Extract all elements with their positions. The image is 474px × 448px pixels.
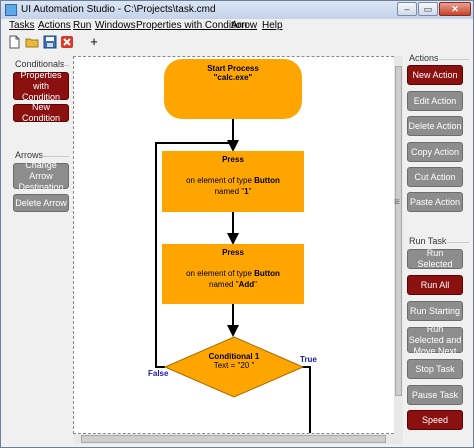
delete-icon[interactable] [60, 35, 74, 49]
run-all-button[interactable]: Run All [407, 275, 463, 295]
conditionals-divider [59, 65, 69, 66]
title-bar: UI Automation Studio - C:\Projects\task.… [1, 1, 473, 19]
minimize-button[interactable]: – [397, 2, 417, 16]
actions-divider [439, 59, 469, 60]
properties-with-condition-button[interactable]: Properties with Condition [13, 70, 69, 102]
copy-action-button[interactable]: Copy Action [407, 142, 463, 162]
menu-help-label: Help [262, 20, 283, 31]
pause-task-button[interactable]: Pause Task [407, 385, 463, 405]
run-starting-button[interactable]: Run Starting [407, 301, 463, 321]
canvas-horizontal-scrollbar[interactable] [73, 434, 403, 444]
menu-tasks-label: Tasks [9, 20, 35, 31]
false-label: False [148, 369, 169, 378]
right-panel: Actions New Action Edit Action Delete Ac… [403, 51, 473, 446]
main-window: UI Automation Studio - C:\Projects\task.… [0, 0, 474, 448]
menu-actions-label: Actions [38, 20, 71, 31]
press-node-1-line2: named "1" [214, 187, 252, 196]
menu-windows[interactable]: Windows [95, 20, 136, 31]
paste-action-button[interactable]: Paste Action [407, 192, 463, 212]
close-button[interactable]: ✕ [439, 2, 471, 16]
vertical-scroll-thumb[interactable] [395, 66, 402, 396]
press-node-2-line2: named "Add" [209, 280, 257, 289]
new-condition-button[interactable]: New Condition [13, 102, 69, 123]
cut-action-button[interactable]: Cut Action [407, 167, 463, 187]
open-folder-icon[interactable] [25, 35, 39, 49]
menu-tasks[interactable]: Tasks [9, 20, 35, 31]
conditional-node: Conditional 1 Text = "20 " [163, 352, 305, 370]
menu-actions[interactable]: Actions [38, 20, 71, 31]
true-label: True [300, 355, 317, 364]
left-panel: Conditionals Properties with Condition N… [1, 56, 73, 436]
arrows-group-label: Arrows [15, 150, 44, 160]
conditional-detail: Text = "20 " [213, 361, 255, 370]
new-action-button[interactable]: New Action [407, 65, 463, 85]
delete-action-button[interactable]: Delete Action [407, 116, 463, 136]
add-icon[interactable]: + [85, 34, 103, 50]
start-process-detail: "calc.exe" [213, 73, 253, 82]
conditionals-group-label: Conditionals [15, 59, 65, 69]
run-selected-and-move-next-button[interactable]: Run Selected and Move Next [407, 324, 463, 356]
press-node-1-title: Press [222, 155, 244, 164]
horizontal-scroll-thumb[interactable] [81, 435, 386, 443]
window-title: UI Automation Studio - C:\Projects\task.… [21, 4, 216, 15]
menu-arrow-label: Arrow [231, 20, 258, 31]
save-icon[interactable] [43, 35, 57, 49]
press-node-2-line1: on element of type Button [186, 269, 280, 278]
edit-action-button[interactable]: Edit Action [407, 91, 463, 111]
start-process-node[interactable]: Start Process "calc.exe" [164, 59, 302, 119]
change-arrow-destination-button[interactable]: Change Arrow Destination [13, 160, 69, 192]
press-node-2[interactable]: Press on element of type Button named "A… [162, 244, 304, 304]
splitter-grip-icon[interactable]: ≡ [394, 197, 400, 208]
arrows-divider [41, 156, 69, 157]
press-node-1-line1: on element of type Button [186, 176, 280, 185]
press-node-1[interactable]: Press on element of type Button named "1… [162, 151, 304, 212]
delete-arrow-button[interactable]: Delete Arrow [13, 194, 69, 212]
maximize-button[interactable]: ▭ [418, 2, 438, 16]
canvas-vertical-scrollbar[interactable] [394, 56, 403, 434]
conditional-title: Conditional 1 [208, 352, 260, 361]
run-task-group-label: Run Task [409, 236, 447, 246]
menu-arrow[interactable]: Arrow [231, 20, 257, 31]
press-node-2-title: Press [222, 248, 244, 257]
menu-bar: Tasks Actions Run Windows Properties wit… [1, 19, 473, 33]
run-selected-button[interactable]: Run Selected [407, 248, 463, 269]
menu-run-label: Run [73, 20, 92, 31]
toolbar: + [3, 33, 471, 53]
menu-run[interactable]: Run [73, 20, 91, 31]
menu-windows-label: Windows [95, 20, 136, 31]
run-task-divider [443, 242, 469, 243]
app-icon [5, 4, 17, 16]
start-process-title: Start Process [207, 64, 259, 73]
actions-group-label: Actions [409, 53, 439, 63]
new-file-icon[interactable] [7, 35, 21, 49]
flowchart-canvas[interactable]: Start Process "calc.exe" Press on elemen… [73, 56, 399, 434]
stop-task-button[interactable]: Stop Task [407, 359, 463, 379]
speed-button[interactable]: Speed [407, 410, 463, 430]
menu-help[interactable]: Help [262, 20, 283, 31]
